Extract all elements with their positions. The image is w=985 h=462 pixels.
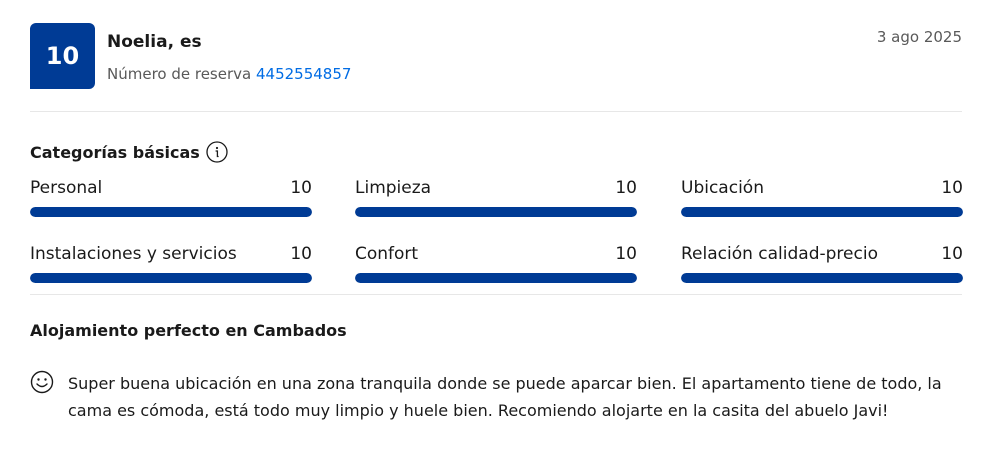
review-text: Super buena ubicación en una zona tranqu… [68,374,942,420]
categories-heading: Categorías básicas [30,141,228,163]
category-label: Instalaciones y servicios [30,244,237,264]
category-bar-fill [681,207,963,217]
review-date: 3 ago 2025 [876,28,962,46]
categories-title: Categorías básicas [30,142,200,162]
category-bar-fill [355,273,637,283]
category-bar-fill [30,273,312,283]
booking-number-link[interactable]: 4452554857 [256,65,351,83]
category-label: Limpieza [355,178,432,198]
divider [30,111,962,112]
category-bar [681,207,963,217]
info-icon[interactable] [206,141,228,163]
score-badge: 10 [30,23,95,89]
category-label: Confort [355,244,419,264]
category-label: Personal [30,178,103,198]
category-instalaciones: Instalaciones y servicios 10 [30,244,312,283]
category-bar [355,273,637,283]
category-score: 10 [615,244,637,264]
category-score: 10 [615,178,637,198]
category-score: 10 [941,244,963,264]
category-bar-fill [355,207,637,217]
category-score: 10 [290,244,312,264]
category-bar-fill [30,207,312,217]
divider [30,294,962,295]
category-bar [30,273,312,283]
category-score: 10 [941,178,963,198]
category-label: Ubicación [681,178,764,198]
category-ubicacion: Ubicación 10 [681,178,963,217]
booking-label: Número de reserva [107,65,252,83]
category-relacion-calidad-precio: Relación calidad-precio 10 [681,244,963,283]
reviewer-name: Noelia, es [107,32,202,52]
category-bar-fill [681,273,963,283]
category-label: Relación calidad-precio [681,244,878,264]
review-title: Alojamiento perfecto en Cambados [30,321,347,340]
category-bar [681,273,963,283]
category-bar [30,207,312,217]
smiley-icon [30,370,54,394]
category-personal: Personal 10 [30,178,312,217]
category-bar [355,207,637,217]
booking-reference: Número de reserva 4452554857 [107,65,351,83]
category-confort: Confort 10 [355,244,637,283]
category-limpieza: Limpieza 10 [355,178,637,217]
category-score: 10 [290,178,312,198]
